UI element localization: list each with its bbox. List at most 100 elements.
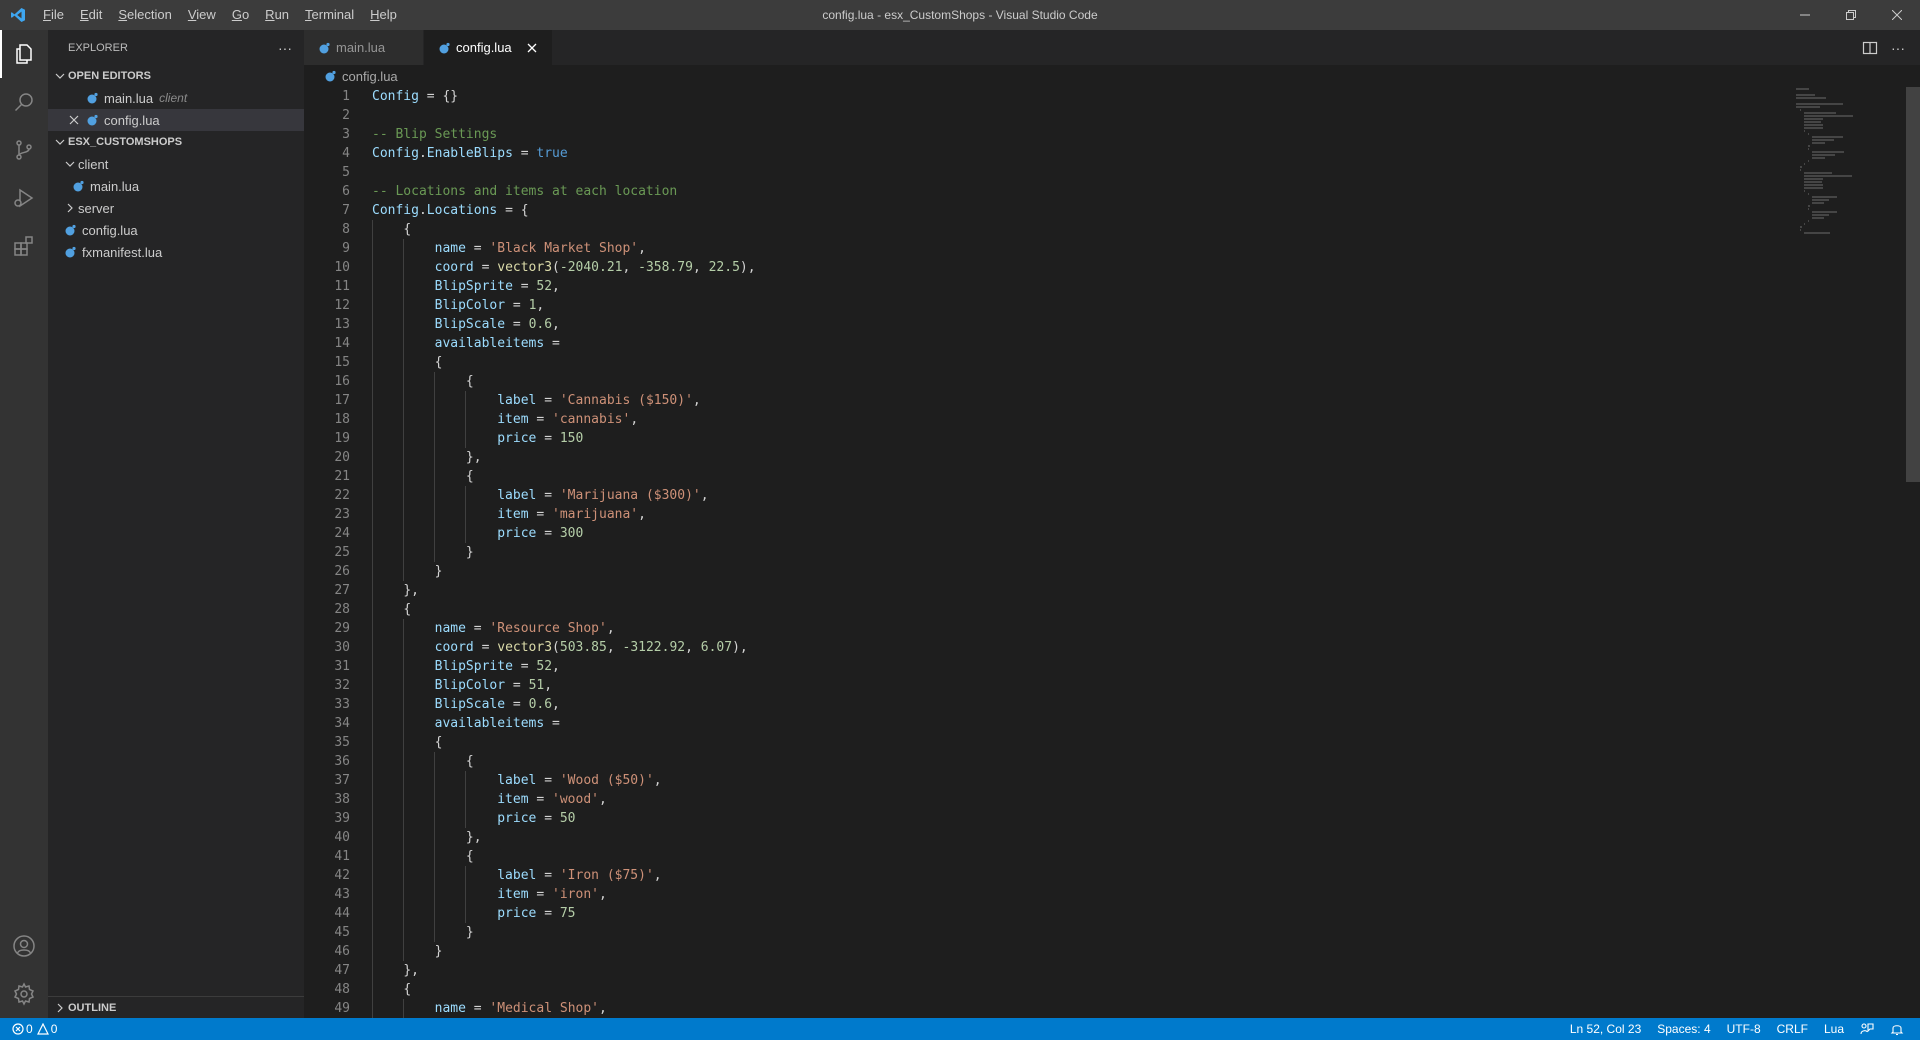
code-line[interactable]: label = 'Marijuana ($300)', (372, 486, 1780, 505)
code-line[interactable]: } (372, 923, 1780, 942)
menu-item[interactable]: View (180, 0, 224, 30)
code-line[interactable]: label = 'Iron ($75)', (372, 866, 1780, 885)
code-line[interactable]: coord = vector3(503.85, -3122.92, 6.07), (372, 638, 1780, 657)
tab-config-lua[interactable]: config.lua (424, 30, 553, 65)
minimap[interactable] (1796, 87, 1906, 247)
code-line[interactable]: price = 75 (372, 904, 1780, 923)
run-debug-icon[interactable] (0, 174, 48, 222)
code-line[interactable]: BlipColor = 1, (372, 296, 1780, 315)
folder-server[interactable]: server (48, 197, 304, 219)
code-line[interactable]: { (372, 600, 1780, 619)
close-tab-icon[interactable] (522, 38, 542, 58)
explorer-icon[interactable] (0, 30, 48, 78)
more-actions-icon[interactable]: ··· (1884, 34, 1912, 62)
indentation[interactable]: Spaces: 4 (1649, 1018, 1718, 1040)
code-line[interactable]: coord = vector3(-2040.21, -358.79, 22.5)… (372, 258, 1780, 277)
code-line[interactable]: name = 'Resource Shop', (372, 619, 1780, 638)
feedback-icon[interactable] (1852, 1022, 1882, 1036)
code-line[interactable]: BlipScale = 0.6, (372, 695, 1780, 714)
outline-section[interactable]: OUTLINE (48, 996, 304, 1018)
more-actions-icon[interactable]: ··· (278, 40, 292, 56)
close-window-button[interactable] (1874, 0, 1920, 30)
code-line[interactable]: item = 'iron', (372, 885, 1780, 904)
code-line[interactable]: Config.Locations = { (372, 201, 1780, 220)
encoding[interactable]: UTF-8 (1719, 1018, 1769, 1040)
file-client-main[interactable]: main.lua (48, 175, 304, 197)
tab-main-lua[interactable]: main.lua (304, 30, 424, 65)
code-line[interactable]: { (372, 733, 1780, 752)
code-line[interactable]: { (372, 220, 1780, 239)
minimize-button[interactable] (1782, 0, 1828, 30)
code-line[interactable]: item = 'wood', (372, 790, 1780, 809)
menu-item[interactable]: File (35, 0, 72, 30)
code-line[interactable]: item = 'marijuana', (372, 505, 1780, 524)
code-line[interactable]: availableitems = (372, 334, 1780, 353)
code-line[interactable]: availableitems = (372, 714, 1780, 733)
code-line[interactable]: label = 'Cannabis ($150)', (372, 391, 1780, 410)
code-line[interactable]: -- Locations and items at each location (372, 182, 1780, 201)
gear-icon[interactable] (0, 970, 48, 1018)
folder-client[interactable]: client (48, 153, 304, 175)
code-line[interactable]: } (372, 562, 1780, 581)
code-line[interactable] (372, 106, 1780, 125)
menu-item[interactable]: Help (362, 0, 405, 30)
menu-item[interactable]: Edit (72, 0, 110, 30)
split-editor-icon[interactable] (1856, 34, 1884, 62)
code-line[interactable] (372, 163, 1780, 182)
menu-item[interactable]: Go (224, 0, 257, 30)
menu-item[interactable]: Terminal (297, 0, 362, 30)
breadcrumb-file[interactable]: config.lua (342, 69, 398, 84)
code-line[interactable]: { (372, 353, 1780, 372)
code-line[interactable]: price = 150 (372, 429, 1780, 448)
code-line[interactable]: } (372, 942, 1780, 961)
vertical-scrollbar[interactable] (1906, 87, 1920, 482)
workspace-header[interactable]: ESX_CUSTOMSHOPS (48, 131, 304, 153)
code-line[interactable]: { (372, 847, 1780, 866)
language-mode[interactable]: Lua (1816, 1018, 1852, 1040)
source-control-icon[interactable] (0, 126, 48, 174)
code-line[interactable]: { (372, 980, 1780, 999)
notifications-icon[interactable] (1882, 1022, 1912, 1036)
code-line[interactable]: BlipColor = 51, (372, 676, 1780, 695)
accounts-icon[interactable] (0, 922, 48, 970)
code-line[interactable]: price = 300 (372, 524, 1780, 543)
open-editors-header[interactable]: OPEN EDITORS (48, 65, 304, 87)
code-line[interactable]: BlipScale = 0.6, (372, 315, 1780, 334)
code-line[interactable]: } (372, 543, 1780, 562)
file-config[interactable]: config.lua (48, 219, 304, 241)
cursor-position[interactable]: Ln 52, Col 23 (1562, 1018, 1649, 1040)
code-line[interactable]: }, (372, 828, 1780, 847)
code-line[interactable]: label = 'Wood ($50)', (372, 771, 1780, 790)
code-line[interactable]: }, (372, 961, 1780, 980)
warning-count[interactable]: 0 (51, 1022, 58, 1036)
error-icon[interactable] (12, 1023, 24, 1035)
code-line[interactable]: BlipSprite = 52, (372, 657, 1780, 676)
menu-item[interactable]: Selection (110, 0, 179, 30)
code-line[interactable]: Config = {} (372, 87, 1780, 106)
code-editor[interactable]: 1 2 3 4 5 6 7 8 9 10 11 12 13 14 15 16 17 18 19 20 21 22 23 24 2… (304, 87, 1920, 1018)
open-editor-main[interactable]: main.lua client (48, 87, 304, 109)
open-editor-config[interactable]: config.lua (48, 109, 304, 131)
code-line[interactable]: { (372, 752, 1780, 771)
code-area[interactable]: Config = {} -- Blip Settings Config.Enable… (372, 87, 1780, 1018)
code-line[interactable]: }, (372, 448, 1780, 467)
code-line[interactable]: BlipSprite = 52, (372, 277, 1780, 296)
outline-header[interactable]: OUTLINE (48, 997, 304, 1019)
menu-item[interactable]: Run (257, 0, 297, 30)
extensions-icon[interactable] (0, 222, 48, 270)
warning-icon[interactable] (36, 1023, 49, 1035)
code-line[interactable]: -- Blip Settings (372, 125, 1780, 144)
code-line[interactable]: price = 50 (372, 809, 1780, 828)
end-of-line[interactable]: CRLF (1769, 1018, 1816, 1040)
code-line[interactable]: item = 'cannabis', (372, 410, 1780, 429)
search-icon[interactable] (0, 78, 48, 126)
code-line[interactable]: name = 'Black Market Shop', (372, 239, 1780, 258)
code-line[interactable]: { (372, 372, 1780, 391)
code-line[interactable]: { (372, 467, 1780, 486)
restore-button[interactable] (1828, 0, 1874, 30)
error-count[interactable]: 0 (26, 1022, 33, 1036)
code-line[interactable]: Config.EnableBlips = true (372, 144, 1780, 163)
close-icon[interactable] (66, 112, 82, 128)
code-line[interactable]: name = 'Medical Shop', (372, 999, 1780, 1018)
file-fxmanifest[interactable]: fxmanifest.lua (48, 241, 304, 263)
